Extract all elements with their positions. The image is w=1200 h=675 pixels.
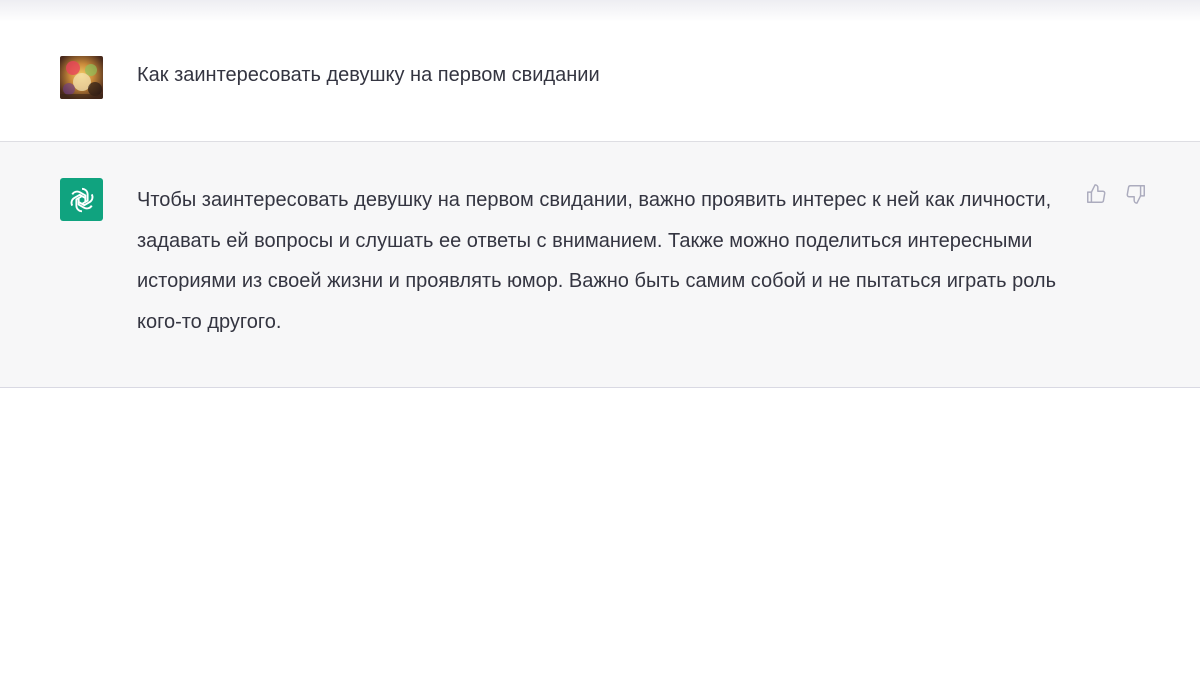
message-actions [1084,182,1148,206]
user-avatar-image [60,56,103,99]
assistant-avatar [60,178,103,221]
user-message-row: Как заинтересовать девушку на первом сви… [0,22,1200,142]
top-fade [0,0,1200,22]
thumbs-up-icon [1087,184,1106,203]
chat-page: Как заинтересовать девушку на первом сви… [0,0,1200,675]
thumbs-down-button[interactable] [1124,182,1148,206]
assistant-message-row: Чтобы заинтересовать девушку на первом с… [0,142,1200,388]
user-avatar [60,56,103,99]
thumbs-up-button[interactable] [1084,182,1108,206]
user-message-text: Как заинтересовать девушку на первом сви… [137,64,600,86]
assistant-message-paragraph: Чтобы заинтересовать девушку на первом с… [137,189,1057,333]
assistant-message-text: Чтобы заинтересовать девушку на первом с… [137,180,1077,342]
openai-logo-icon [70,187,93,212]
thumbs-down-icon [1126,185,1145,204]
